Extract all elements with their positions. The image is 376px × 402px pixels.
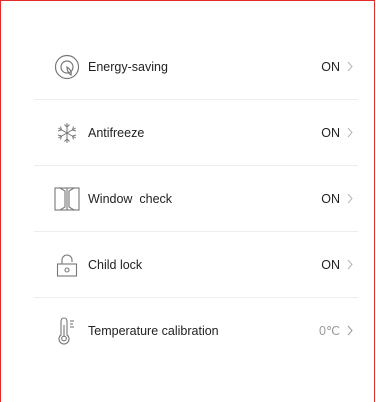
setting-row-antifreeze[interactable]: Antifreeze ON xyxy=(34,100,358,166)
setting-row-energy-saving[interactable]: Energy-saving ON xyxy=(34,34,358,100)
setting-label: Child lock xyxy=(88,257,143,272)
setting-row-child-lock[interactable]: Child lock ON xyxy=(34,232,358,298)
setting-value: ON xyxy=(321,59,340,74)
chevron-right-icon xyxy=(344,61,356,72)
chevron-right-icon xyxy=(344,259,356,270)
setting-label: Temperature calibration xyxy=(88,323,219,338)
window-icon xyxy=(52,184,82,214)
settings-list: Energy-saving ON Antifreeze ON Window ch… xyxy=(34,34,358,363)
setting-label: Antifreeze xyxy=(88,125,145,140)
snowflake-icon xyxy=(52,118,82,148)
setting-value: 0℃ xyxy=(319,324,340,338)
energy-saving-icon xyxy=(52,52,82,82)
setting-value: ON xyxy=(321,125,340,140)
setting-row-window-check[interactable]: Window check ON xyxy=(34,166,358,232)
setting-row-temperature-calibration[interactable]: Temperature calibration 0℃ xyxy=(34,298,358,363)
chevron-right-icon xyxy=(344,127,356,138)
chevron-right-icon xyxy=(344,325,356,336)
setting-value: ON xyxy=(321,191,340,206)
chevron-right-icon xyxy=(344,193,356,204)
setting-label: Window check xyxy=(88,191,173,206)
thermometer-icon xyxy=(52,316,82,346)
setting-value: ON xyxy=(321,257,340,272)
settings-panel: Energy-saving ON Antifreeze ON Window ch… xyxy=(0,0,375,402)
lock-icon xyxy=(52,250,82,280)
setting-label: Energy-saving xyxy=(88,59,168,74)
